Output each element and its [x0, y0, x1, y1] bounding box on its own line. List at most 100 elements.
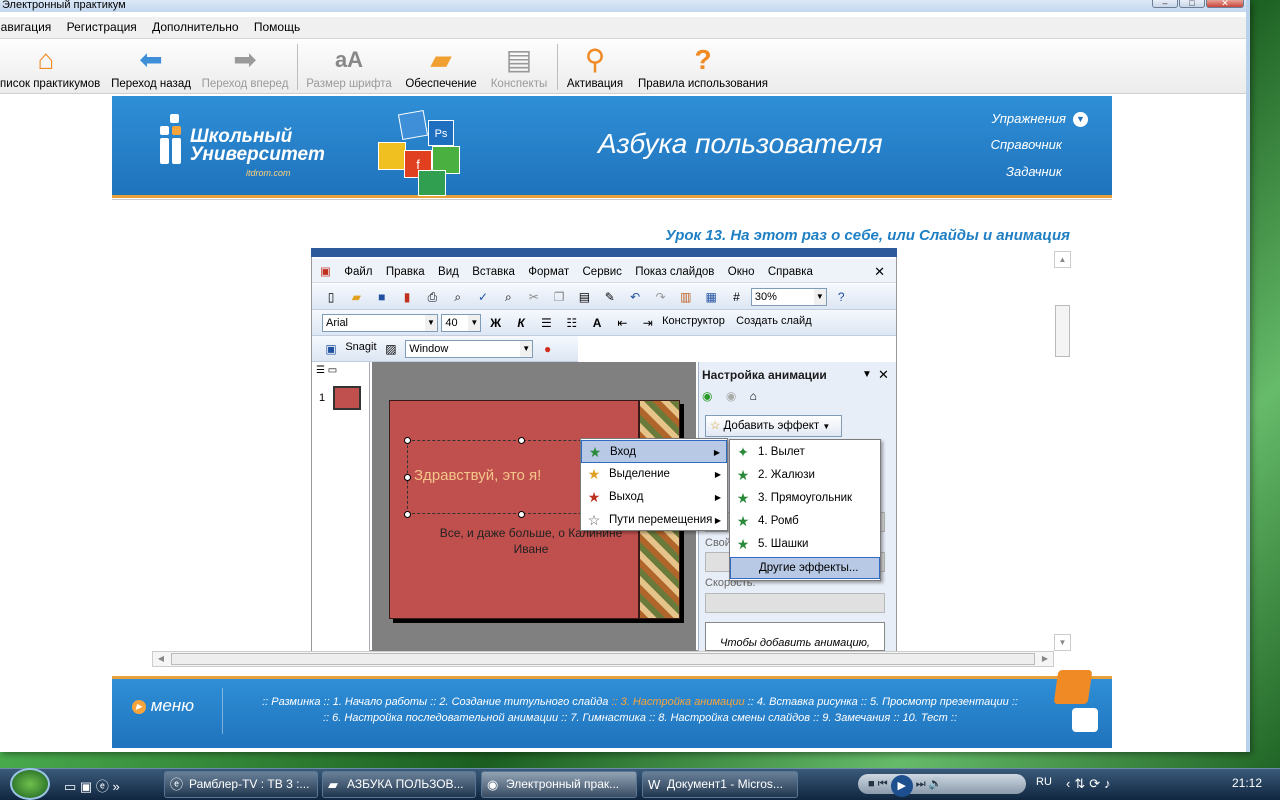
- star-icon: ☆: [587, 512, 601, 528]
- taskbar-item-practicum[interactable]: ◉ Электронный прак...: [481, 771, 637, 798]
- menu-help[interactable]: Помощь: [248, 17, 306, 34]
- snagit-toolbar: ▣ Snagit ▨ Window ▼ ●: [312, 336, 578, 362]
- clock[interactable]: 21:12: [1232, 776, 1262, 790]
- step-4[interactable]: :: 4. Вставка рисунка: [748, 696, 858, 708]
- volume-icon[interactable]: 🔊: [929, 778, 943, 790]
- capture-icon: ▨: [385, 342, 397, 356]
- taskbar-item-azbuka[interactable]: ▰ АЗБУКА ПОЛЬЗОВ...: [322, 771, 476, 798]
- numbering-icon: ☰: [540, 316, 552, 330]
- effect-type-menu: ★ Вход ▶ ★ Выделение ▶ ★ Выход ▶ ☆ Пути перемещ…: [580, 438, 728, 531]
- horizontal-scrollbar[interactable]: ◀ ▶: [152, 651, 1054, 667]
- maximize-button[interactable]: □: [1179, 0, 1205, 8]
- network-icon[interactable]: ⇅: [1074, 776, 1089, 791]
- language-indicator[interactable]: RU: [1036, 776, 1052, 788]
- software-cubes-icon: Ps f: [378, 108, 478, 198]
- ppt-menu-format: Формат: [528, 266, 570, 278]
- step-5[interactable]: :: 5. Просмотр презентации ::: [861, 696, 1018, 708]
- step-7[interactable]: :: 7. Гимнастика: [561, 712, 646, 724]
- menu-button[interactable]: ▶ меню: [132, 696, 194, 716]
- usage-rules-button[interactable]: ? Правила использования: [632, 40, 774, 94]
- back-button[interactable]: ⬅ Переход назад: [106, 40, 196, 94]
- step-10[interactable]: :: 10. Тест ::: [893, 712, 957, 724]
- word-icon: W: [648, 777, 661, 792]
- chevron-down-icon[interactable]: ▼: [1073, 112, 1088, 127]
- forward-icon: ◉: [725, 389, 737, 403]
- folder-icon: ▰: [328, 777, 338, 792]
- capture-mode-combo: Window ▼: [405, 340, 534, 358]
- media-player-bar[interactable]: ■ ⏮ ▶ ⏭ 🔊: [858, 774, 1026, 797]
- start-button[interactable]: [10, 768, 50, 800]
- university-logo-icon: [160, 114, 188, 164]
- menu-item-box: ★ 3. Прямоугольник: [730, 487, 880, 510]
- ppt-menu-window: Окно: [727, 266, 755, 278]
- menu-navigation[interactable]: Навигация: [0, 17, 57, 34]
- star-icon: ★: [736, 536, 750, 552]
- step-8[interactable]: :: 8. Настройка смены слайдов: [649, 712, 810, 724]
- logo-url: itdrom.com: [246, 168, 291, 178]
- redo-icon: ↷: [655, 290, 666, 304]
- scroll-up-icon[interactable]: ▲: [1054, 251, 1071, 268]
- print-icon: ⎙: [427, 290, 438, 304]
- scroll-thumb[interactable]: [171, 653, 1035, 665]
- software-button[interactable]: ▰ Обеспечение: [400, 40, 482, 94]
- vertical-scrollbar[interactable]: ▲ ▼: [1054, 251, 1071, 651]
- step-6[interactable]: :: 6. Настройка последовательной анимаци…: [323, 712, 558, 724]
- menu-item-blinds: ★ 2. Жалюзи: [730, 464, 880, 487]
- step-warmup[interactable]: :: Разминка: [262, 696, 320, 708]
- ie-icon[interactable]: ⓔ: [96, 779, 109, 794]
- close-button[interactable]: ✕: [1206, 0, 1244, 8]
- logo-text: Школьный Университет: [190, 126, 325, 165]
- step-9[interactable]: :: 9. Замечания: [813, 712, 890, 724]
- notebook-icon: ▤: [505, 44, 533, 75]
- taskpane-nav: ◉ ◉ ⌂: [702, 389, 782, 407]
- font-combo: Arial ▼: [322, 314, 438, 332]
- star-icon: ★: [587, 466, 601, 482]
- practicum-list-button[interactable]: ⌂ Список практикумов: [0, 40, 102, 94]
- step-2[interactable]: :: 2. Создание титульного слайда: [430, 696, 608, 708]
- more-icon[interactable]: »: [112, 779, 119, 794]
- open-icon: ▰: [351, 290, 361, 304]
- volume-icon[interactable]: ♪: [1104, 776, 1115, 791]
- next-icon[interactable]: ⏭: [916, 778, 926, 790]
- table-icon: ▦: [705, 290, 717, 304]
- menu-registration[interactable]: Регистрация: [61, 17, 143, 34]
- slide-title: Здравствуй, это я!: [414, 467, 542, 484]
- chevron-right-icon: ▶: [714, 470, 721, 479]
- nav-taskbook[interactable]: Задачник: [980, 164, 1062, 179]
- toolbar-separator: [297, 44, 298, 90]
- step-3-current[interactable]: :: 3. Настройка анимации: [611, 696, 744, 708]
- bullets-icon: ☷: [566, 316, 578, 330]
- forward-button[interactable]: ➡ Переход вперед: [198, 40, 292, 94]
- slide-number: 1: [319, 392, 326, 404]
- scroll-right-icon[interactable]: ▶: [1037, 652, 1053, 666]
- menu-additional[interactable]: Дополнительно: [146, 17, 244, 34]
- taskbar-item-word[interactable]: W Документ1 - Micros...: [642, 771, 798, 798]
- minimize-button[interactable]: –: [1152, 0, 1178, 8]
- update-icon[interactable]: ⟳: [1089, 776, 1104, 791]
- nav-reference[interactable]: Справочник: [980, 137, 1062, 152]
- menu-item-fly-in: ✦ 1. Вылет: [730, 441, 880, 464]
- outdent-icon: ⇤: [617, 316, 628, 330]
- ppt-standard-toolbar: ▯ ▰ ■ ▮ ⎙ ⌕ ✓ ⌕ ✂ ❐ ▤ ✎ ↶ ↷ ▥ ▦ # 30% ▼ ?: [312, 284, 896, 310]
- scroll-left-icon[interactable]: ◀: [153, 652, 169, 666]
- chevron-down-icon: ▼: [862, 369, 872, 380]
- lesson-steps: :: Разминка :: 1. Начало работы :: 2. Со…: [240, 694, 1040, 726]
- italic-button: К: [517, 316, 525, 330]
- play-icon[interactable]: ▶: [890, 775, 913, 797]
- show-desktop-icon[interactable]: ▭: [64, 779, 76, 794]
- nav-exercises[interactable]: Упражнения: [980, 111, 1066, 126]
- scroll-down-icon[interactable]: ▼: [1054, 634, 1071, 651]
- stop-icon[interactable]: ■: [868, 778, 875, 790]
- taskbar-item-rambler[interactable]: ⓔ Рамблер-TV : ТВ 3 :...: [164, 771, 318, 798]
- step-1[interactable]: :: 1. Начало работы: [324, 696, 428, 708]
- previous-icon[interactable]: ⏮: [878, 778, 888, 790]
- activation-button[interactable]: ⚲ Активация: [562, 40, 628, 94]
- menubar: Навигация Регистрация Дополнительно Помо…: [0, 17, 1246, 39]
- home-icon: ⌂: [749, 389, 757, 403]
- switch-windows-icon[interactable]: ▣: [80, 779, 92, 794]
- star-icon: ✦: [737, 444, 749, 460]
- new-slide-button: Создать слайд: [736, 315, 812, 327]
- scroll-thumb[interactable]: [1055, 305, 1070, 357]
- font-size-button[interactable]: aA Размер шрифта: [302, 40, 396, 94]
- notes-button[interactable]: ▤ Конспекты: [485, 40, 553, 94]
